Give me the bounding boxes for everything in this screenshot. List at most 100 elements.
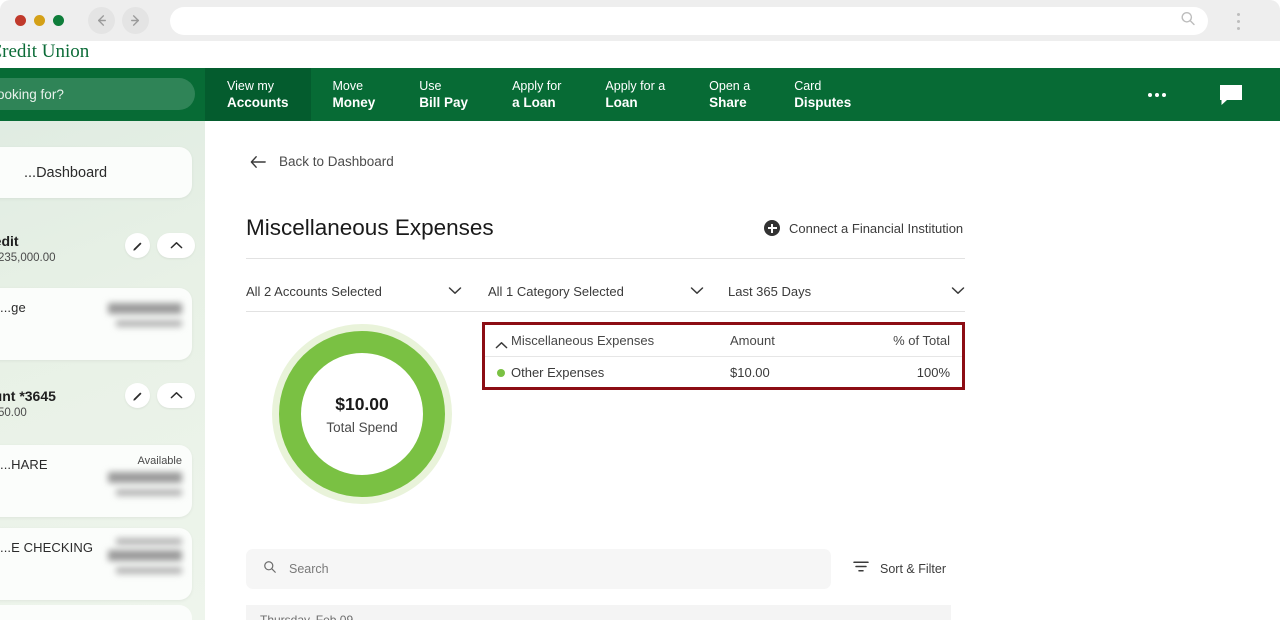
nav-item-line2: Bill Pay (419, 94, 469, 110)
nav-item-move-money[interactable]: Move Money (311, 68, 398, 121)
nav-item-apply-for-a-loan-alt[interactable]: Apply for a Loan (583, 68, 687, 121)
sidebar-account-balance (108, 538, 182, 574)
nav-item-line2: a Loan (512, 94, 556, 110)
sidebar-collapse-button-credit[interactable] (157, 233, 195, 258)
browser-back-button[interactable] (88, 7, 115, 34)
ellipsis-dot-icon (1162, 92, 1166, 97)
filter-daterange-label: Last 365 Days (728, 283, 812, 299)
sidebar-group-balance: ...$50.00 (0, 407, 27, 419)
filter-lines-icon (853, 560, 869, 578)
category-table-header-name: Miscellaneous Expenses (511, 333, 655, 348)
nav-item-line1: View my (227, 78, 275, 93)
chevron-up-icon (170, 242, 182, 249)
nav-item-card-disputes[interactable]: Card Disputes (772, 68, 873, 121)
donut-total-value: $10.00 (335, 393, 389, 414)
browser-forward-button[interactable] (122, 7, 149, 34)
donut-center-labels: $10.00 Total Spend (272, 324, 452, 504)
chevron-up-icon[interactable] (495, 337, 508, 355)
spending-donut-chart: $10.00 Total Spend (272, 324, 452, 504)
nav-item-line2: Accounts (227, 94, 289, 110)
category-row-percent: 100% (916, 364, 950, 380)
category-table-header[interactable]: Miscellaneous Expenses Amount % of Total (485, 325, 962, 357)
sidebar-bottom-card[interactable] (0, 605, 192, 620)
nav-item-apply-for-a-loan[interactable]: Apply for a Loan (490, 68, 583, 121)
sidebar-available-label: Available (137, 455, 182, 467)
ellipsis-dot-icon (1148, 92, 1152, 97)
nav-item-line1: Use (419, 78, 442, 93)
brand-logo-strip: ...ood Credit Union (0, 41, 1280, 68)
back-to-dashboard-label: Back to Dashboard (279, 154, 394, 169)
category-color-dot-icon (497, 369, 505, 377)
filter-divider (246, 311, 965, 312)
nav-item-line2: Loan (605, 94, 638, 110)
maximize-window-icon[interactable] (53, 15, 64, 26)
sidebar-account-balance: Available (108, 455, 182, 496)
redacted-balance (108, 472, 182, 483)
browser-chrome (0, 0, 1280, 41)
sort-and-filter-button[interactable]: Sort & Filter (853, 549, 946, 589)
sidebar-account-balance (108, 298, 182, 327)
main-content: Back to Dashboard Miscellaneous Expenses… (205, 121, 1280, 620)
category-row-name: Other Expenses (511, 364, 605, 380)
close-window-icon[interactable] (15, 15, 26, 26)
global-search-input[interactable]: ...e you looking for? (0, 78, 195, 110)
sidebar-edit-button-credit[interactable] (125, 233, 150, 258)
title-divider (246, 258, 965, 259)
search-icon (1180, 11, 1196, 32)
left-sidebar: ...Dashboard ...edit ...$235,000.00 ...g… (0, 121, 205, 620)
kebab-dot (1236, 19, 1240, 23)
plus-circle-icon (764, 220, 780, 236)
nav-item-use-bill-pay[interactable]: Use Bill Pay (397, 68, 490, 121)
page-title: Miscellaneous Expenses (246, 215, 494, 240)
nav-item-line1: Card (794, 78, 822, 93)
browser-menu-button[interactable] (1228, 8, 1248, 34)
sort-and-filter-label: Sort & Filter (880, 562, 946, 576)
transaction-search-placeholder: Search (289, 562, 329, 576)
nav-item-line2: Money (332, 94, 376, 110)
connect-financial-institution-button[interactable]: Connect a Financial Institution (764, 220, 963, 236)
nav-item-line1: Apply for (512, 78, 562, 93)
filter-categories-dropdown[interactable]: All 1 Category Selected (488, 271, 718, 311)
redacted-subbalance (116, 489, 182, 496)
back-to-dashboard-link[interactable]: Back to Dashboard (250, 154, 394, 169)
address-bar[interactable] (170, 7, 1208, 35)
minimize-window-icon[interactable] (34, 15, 45, 26)
sidebar-edit-button-account-3645[interactable] (125, 383, 150, 408)
nav-item-list: View my Accounts Move Money Use Bill Pay… (205, 68, 873, 121)
nav-item-line1: Move (332, 78, 364, 93)
sidebar-item-dashboard[interactable]: ...Dashboard (0, 147, 192, 198)
chevron-down-icon (690, 282, 704, 300)
arrow-right-icon (131, 15, 140, 26)
table-row[interactable]: Other Expenses $10.00 100% (485, 357, 962, 387)
sidebar-account-card[interactable]: ...ge (0, 288, 192, 360)
chat-button[interactable] (1218, 68, 1244, 121)
arrow-left-icon (97, 15, 106, 26)
sidebar-collapse-button-account-3645[interactable] (157, 383, 195, 408)
nav-item-line1: Apply for a (605, 78, 666, 93)
brand-logo-text[interactable]: ...ood Credit Union (0, 41, 89, 63)
global-search-placeholder: ...e you looking for? (0, 86, 64, 102)
filter-daterange-dropdown[interactable]: Last 365 Days (728, 271, 965, 311)
nav-more-menu-button[interactable] (1142, 68, 1172, 121)
arrow-left-icon (250, 155, 266, 168)
window-traffic-lights (15, 15, 64, 26)
pencil-icon (132, 241, 142, 251)
nav-item-line2: Share (709, 94, 747, 110)
filter-accounts-dropdown[interactable]: All 2 Accounts Selected (246, 271, 476, 311)
category-table-header-amount: Amount (730, 333, 775, 348)
redacted-balance (108, 550, 182, 561)
redacted-subbalance (116, 567, 182, 574)
filter-bar: All 2 Accounts Selected All 1 Category S… (246, 271, 965, 311)
connect-financial-institution-label: Connect a Financial Institution (789, 220, 964, 236)
nav-item-line1: Open a (709, 78, 751, 93)
nav-item-view-my-accounts[interactable]: View my Accounts (205, 68, 311, 121)
ellipsis-dot-icon (1155, 92, 1159, 97)
nav-item-open-a-share[interactable]: Open a Share (687, 68, 772, 121)
sidebar-account-card-checking[interactable]: ...E CHECKING (0, 528, 192, 600)
chevron-up-icon (170, 392, 182, 399)
transaction-search-input[interactable]: Search (246, 549, 831, 589)
sidebar-account-card-share[interactable]: ...HARE Available (0, 445, 192, 517)
nav-item-line2: Disputes (794, 94, 852, 110)
transaction-date-label: Thursday, Feb 09 (260, 613, 354, 620)
chevron-down-icon (951, 282, 965, 300)
